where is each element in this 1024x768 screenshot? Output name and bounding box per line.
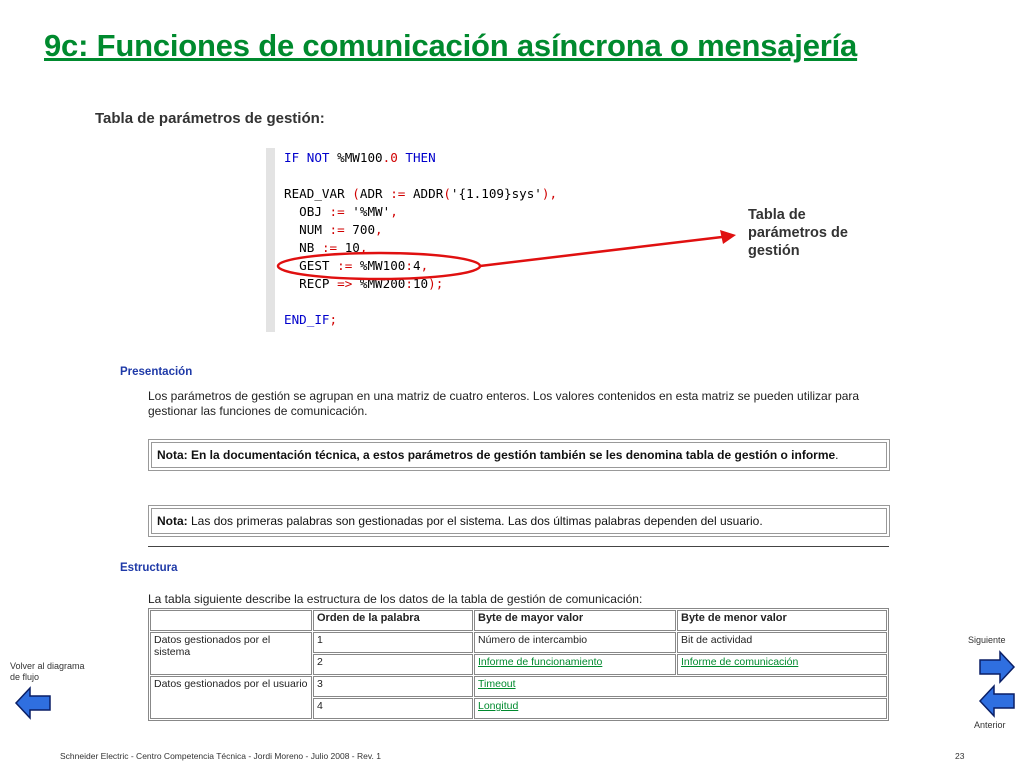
table-cell-low: Informe de comunicación xyxy=(677,654,887,675)
link-timeout[interactable]: Timeout xyxy=(478,678,516,690)
previous-label: Anterior xyxy=(974,720,1006,730)
back-to-flow-label: Volver al diagrama de flujo xyxy=(10,661,85,682)
next-label: Siguiente xyxy=(968,635,1006,645)
table-header-row: Orden de la palabra Byte de mayor valor … xyxy=(150,610,887,631)
code-line-num: NUM := 700, xyxy=(299,222,383,237)
table-header-cell: Byte de mayor valor xyxy=(474,610,676,631)
table-cell-high: Timeout xyxy=(474,676,887,697)
note-box-1: Nota: En la documentación técnica, a est… xyxy=(148,439,890,471)
callout-arrow-head xyxy=(720,230,736,244)
link-longitud[interactable]: Longitud xyxy=(478,700,518,712)
note-2-content: Nota: Las dos primeras palabras son gest… xyxy=(151,508,887,534)
code-line-end-if: END_IF; xyxy=(284,312,338,327)
structure-heading: Estructura xyxy=(120,562,178,574)
table-cell-high: Número de intercambio xyxy=(474,632,676,653)
next-arrow-icon[interactable] xyxy=(978,650,1016,684)
section-divider xyxy=(148,546,889,547)
table-header-cell: Orden de la palabra xyxy=(313,610,473,631)
management-table: Orden de la palabra Byte de mayor valor … xyxy=(148,608,889,721)
note-1-period: . xyxy=(835,448,839,462)
table-cell-high: Informe de funcionamiento xyxy=(474,654,676,675)
callout-label: Tabla de parámetros de gestión xyxy=(748,207,848,259)
presentation-paragraph: Los parámetros de gestión se agrupan en … xyxy=(148,389,860,418)
table-header-cell xyxy=(150,610,312,631)
slide-subtitle: Tabla de parámetros de gestión: xyxy=(95,110,325,127)
structure-intro: La tabla siguiente describe la estructur… xyxy=(148,592,643,606)
note-1-content: Nota: En la documentación técnica, a est… xyxy=(151,442,887,468)
table-cell-order: 1 xyxy=(313,632,473,653)
link-informe-comunicacion[interactable]: Informe de comunicación xyxy=(681,656,798,668)
previous-arrow-icon[interactable] xyxy=(978,684,1016,718)
table-cell-order: 2 xyxy=(313,654,473,675)
table-group-system: Datos gestionados por el sistema xyxy=(150,632,312,675)
code-line-obj: OBJ := '%MW', xyxy=(299,204,398,219)
code-line-recp: RECP => %MW200:10); xyxy=(299,276,444,291)
slide-title: 9c: Funciones de comunicación asíncrona … xyxy=(44,28,858,63)
code-line-read-var: READ_VAR (ADR := ADDR('{1.109}sys'), xyxy=(284,186,558,201)
table-cell-low: Bit de actividad xyxy=(677,632,887,653)
code-block: IF NOT %MW100.0 THEN READ_VAR (ADR := AD… xyxy=(266,148,629,332)
note-1-text: Nota: En la documentación técnica, a est… xyxy=(157,448,836,462)
table-group-user: Datos gestionados por el usuario xyxy=(150,676,312,719)
slide-footer: Schneider Electric - Centro Competencia … xyxy=(60,751,381,761)
code-line-gest: GEST := %MW100:4, xyxy=(299,258,429,273)
table-cell-high: Longitud xyxy=(474,698,887,719)
note-2-label: Nota: xyxy=(157,514,188,528)
table-cell-order: 3 xyxy=(313,676,473,697)
presentation-heading: Presentación xyxy=(120,366,193,378)
page-number: 23 xyxy=(955,751,965,761)
table-row: Datos gestionados por el sistema 1 Númer… xyxy=(150,632,887,675)
table-cell-order: 4 xyxy=(313,698,473,719)
link-informe-funcionamiento[interactable]: Informe de funcionamiento xyxy=(478,656,602,668)
back-arrow-icon[interactable] xyxy=(14,686,52,720)
table-row: Datos gestionados por el usuario 3 Timeo… xyxy=(150,676,887,719)
table-header-cell: Byte de menor valor xyxy=(677,610,887,631)
code-line-if: IF NOT %MW100.0 THEN xyxy=(284,150,436,165)
code-line-nb: NB := 10, xyxy=(299,240,368,255)
note-2-text: Las dos primeras palabras son gestionada… xyxy=(187,514,763,528)
note-box-2: Nota: Las dos primeras palabras son gest… xyxy=(148,505,890,537)
